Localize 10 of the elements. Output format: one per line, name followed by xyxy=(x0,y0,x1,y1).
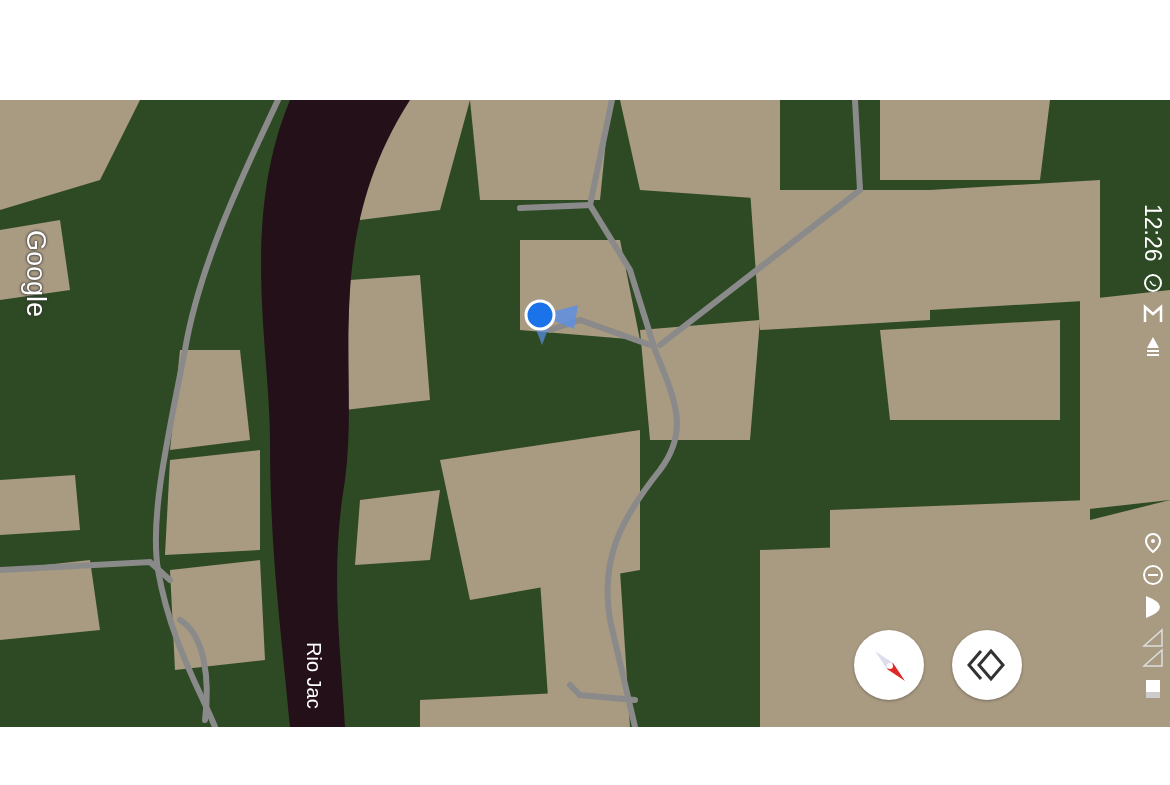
wifi-icon xyxy=(1146,596,1160,618)
location-pin-icon xyxy=(1143,532,1163,554)
battery-icon xyxy=(1143,678,1163,700)
clock-time: 12:26 xyxy=(1141,204,1164,262)
river-label: Rio Jac xyxy=(304,642,324,709)
mail-icon xyxy=(1141,303,1164,324)
do-not-disturb-icon xyxy=(1142,564,1164,586)
google-logo: Google xyxy=(22,230,49,318)
chat-bubble-icon xyxy=(1141,271,1164,294)
signal-icon xyxy=(1142,628,1164,668)
